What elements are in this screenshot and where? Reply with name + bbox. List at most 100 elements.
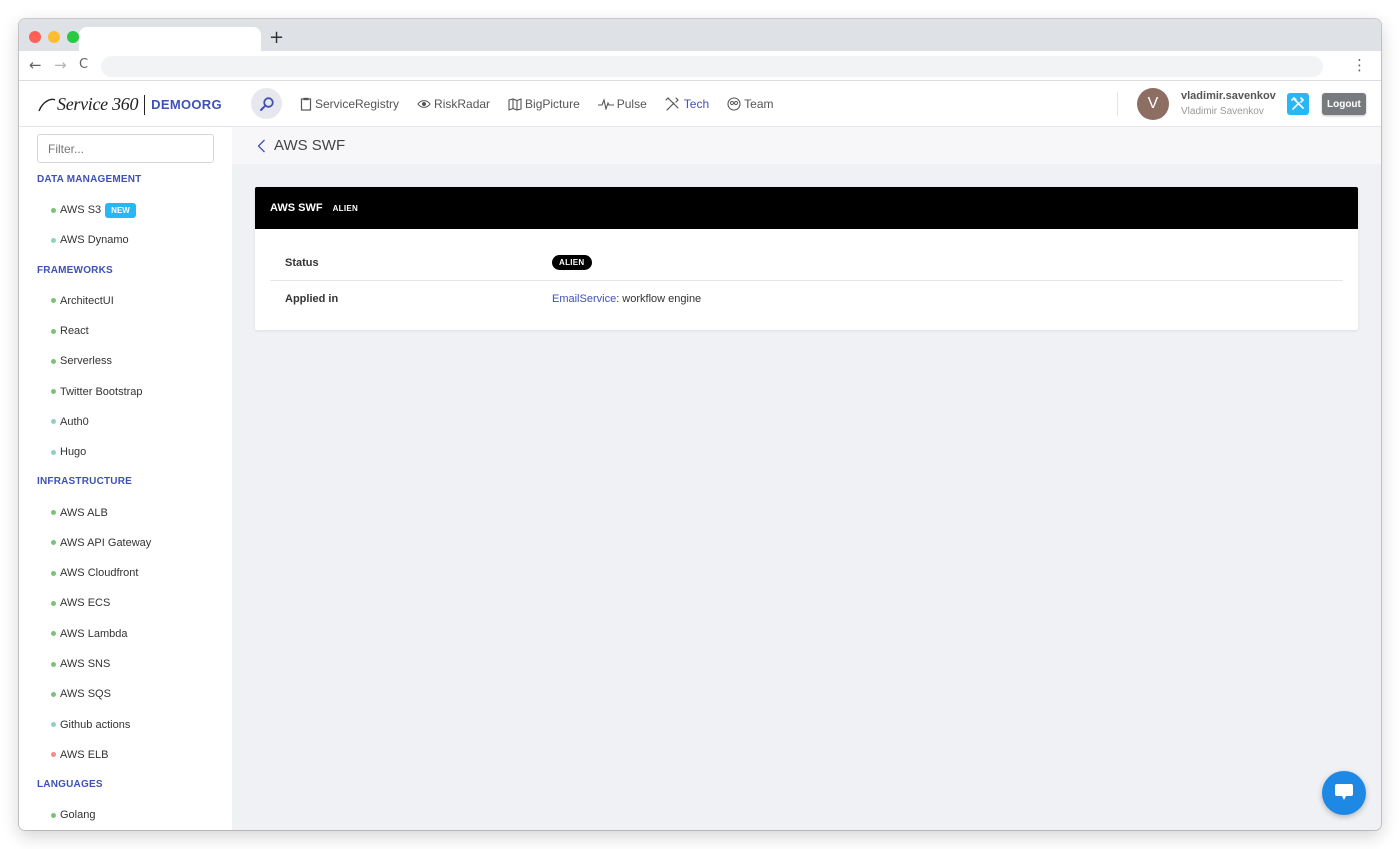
filter-input[interactable] <box>37 134 214 163</box>
status-label: Status <box>285 256 319 269</box>
eye-icon <box>417 100 431 108</box>
sidebar-item-aws-ecs[interactable]: AWS ECS <box>19 588 232 618</box>
sidebar-item-label: Auth0 <box>60 415 89 428</box>
forward-icon[interactable]: → <box>54 56 67 74</box>
sidebar-item-twitter-bootstrap[interactable]: Twitter Bootstrap <box>19 376 232 406</box>
sidebar-item-label: AWS Dynamo <box>60 234 129 247</box>
sidebar-item-label: AWS API Gateway <box>60 536 152 549</box>
sidebar-item-aws-alb[interactable]: AWS ALB <box>19 497 232 527</box>
new-badge: NEW <box>105 202 136 218</box>
category-title: LANGUAGES <box>37 779 103 791</box>
nav-riskradar[interactable]: RiskRadar <box>417 97 490 111</box>
sidebar-item-aws-api-gateway[interactable]: AWS API Gateway <box>19 528 232 558</box>
status-dot-icon <box>51 449 56 455</box>
sidebar-item-label: React <box>60 325 89 338</box>
sidebar-item-label: Github actions <box>60 718 131 731</box>
status-dot-icon <box>51 358 56 364</box>
sidebar-item-aws-s3[interactable]: AWS S3 NEW <box>19 195 232 225</box>
status-row: Status ALIEN <box>270 245 1343 281</box>
main-nav: ServiceRegistry RiskRadar BigPicture Pul… <box>300 81 773 127</box>
sidebar-item-label: Serverless <box>60 355 112 368</box>
sidebar-item-react[interactable]: React <box>19 316 232 346</box>
app-logo[interactable]: Service 360 DEMOORG <box>37 94 222 115</box>
app-header: Service 360 DEMOORG ServiceRegistry Risk… <box>19 81 1381 127</box>
user-full-name: Vladimir Savenkov <box>1181 106 1264 117</box>
chat-bubble-icon <box>1335 784 1353 800</box>
card-header: AWS SWF ALIEN <box>255 187 1358 229</box>
sidebar-item-github-actions[interactable]: Github actions <box>19 709 232 739</box>
sidebar-item-aws-lambda[interactable]: AWS Lambda <box>19 619 232 649</box>
sidebar-item-aws-sns[interactable]: AWS SNS <box>19 649 232 679</box>
sidebar-item-golang[interactable]: Golang <box>19 800 232 830</box>
wrench-icon <box>1291 97 1305 110</box>
search-button[interactable] <box>251 88 282 119</box>
reload-icon[interactable]: C <box>79 57 88 72</box>
new-tab-button[interactable]: + <box>269 28 284 48</box>
chevron-left-icon <box>257 139 265 152</box>
sidebar-item-aws-elb[interactable]: AWS ELB <box>19 740 232 770</box>
pulse-icon <box>597 98 614 110</box>
logo-separator <box>144 94 146 115</box>
logo-text: Service 360 <box>57 94 139 114</box>
logout-button[interactable]: Logout <box>1322 93 1366 115</box>
category-list: DATA MANAGEMENT AWS S3 NEW AWS Dynamo FRAMEW… <box>19 165 232 830</box>
browser-menu-icon[interactable]: ⋮ <box>1352 56 1367 74</box>
service-link[interactable]: EmailService <box>552 293 616 305</box>
team-icon <box>727 97 741 111</box>
sidebar-item-serverless[interactable]: Serverless <box>19 346 232 376</box>
map-icon <box>508 97 522 111</box>
status-dot-icon <box>51 419 56 425</box>
card-title: AWS SWF <box>270 202 323 214</box>
back-button[interactable] <box>257 139 266 153</box>
nav-label: Tech <box>683 97 710 111</box>
sidebar-item-aws-sqs[interactable]: AWS SQS <box>19 679 232 709</box>
search-icon <box>259 96 274 111</box>
status-dot-icon <box>51 510 56 516</box>
chat-button[interactable] <box>1322 771 1366 815</box>
browser-tab[interactable] <box>79 27 261 51</box>
close-window-button[interactable] <box>29 31 41 43</box>
avatar[interactable]: V <box>1137 88 1169 120</box>
sidebar-item-architectui[interactable]: ArchitectUI <box>19 286 232 316</box>
status-dot-icon <box>51 237 56 243</box>
nav-tech[interactable]: Tech <box>665 97 709 111</box>
sidebar-item-aws-cloudfront[interactable]: AWS Cloudfront <box>19 558 232 588</box>
logo-swoosh-icon <box>38 98 56 111</box>
category-title: FRAMEWORKS <box>37 264 113 276</box>
sidebar-item-label: AWS Lambda <box>60 627 128 640</box>
nav-bigpicture[interactable]: BigPicture <box>508 97 580 111</box>
status-badge: ALIEN <box>552 255 592 270</box>
sidebar-item-label: ArchitectUI <box>60 294 114 307</box>
maximize-window-button[interactable] <box>67 31 79 43</box>
tools-icon <box>665 97 679 111</box>
sidebar-item-hugo[interactable]: Hugo <box>19 437 232 467</box>
applied-in-label: Applied in <box>285 293 339 305</box>
status-dot-icon <box>51 661 56 667</box>
sidebar-item-aws-dynamo[interactable]: AWS Dynamo <box>19 225 232 255</box>
status-dot-icon <box>51 722 56 728</box>
minimize-window-button[interactable] <box>48 31 60 43</box>
nav-label: ServiceRegistry <box>315 97 400 111</box>
nav-serviceregistry[interactable]: ServiceRegistry <box>300 97 399 111</box>
applied-in-value: EmailService : workflow engine <box>552 293 701 305</box>
card-status-badge: ALIEN <box>332 203 359 213</box>
status-dot-icon <box>51 298 56 304</box>
header-divider <box>1117 92 1118 116</box>
status-dot-icon <box>51 328 56 334</box>
status-dot-icon <box>51 389 56 395</box>
sidebar-item-auth0[interactable]: Auth0 <box>19 407 232 437</box>
browser-window: + ← → C ⋮ Service 360 DEMOORG ServiceReg… <box>19 19 1381 830</box>
back-icon[interactable]: ← <box>29 56 42 74</box>
status-dot-icon <box>51 570 56 576</box>
sidebar-item-label: AWS S3 <box>60 204 102 217</box>
url-input[interactable] <box>101 56 1323 77</box>
sidebar-item-label: AWS ECS <box>60 597 111 610</box>
sidebar-item-label: Twitter Bootstrap <box>60 385 143 398</box>
address-bar: ← → C ⋮ <box>19 51 1381 81</box>
nav-label: Team <box>744 97 774 111</box>
sidebar-item-label: AWS ELB <box>60 748 109 761</box>
nav-pulse[interactable]: Pulse <box>597 97 647 111</box>
status-dot-icon <box>51 752 56 758</box>
admin-tools-button[interactable] <box>1287 93 1309 115</box>
nav-team[interactable]: Team <box>727 97 773 111</box>
